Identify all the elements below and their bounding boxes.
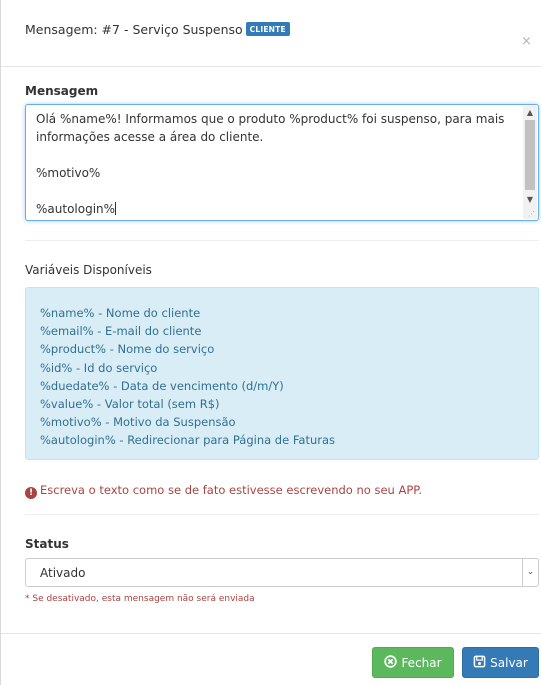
close-icon[interactable]: × [521,35,532,48]
modal-title: Mensagem: #7 - Serviço Suspenso CLIENTE [25,22,290,37]
client-badge: CLIENTE [245,22,290,36]
message-label: Mensagem [25,84,99,98]
variables-list: %name% - Nome do cliente %email% - E-mai… [40,304,335,450]
message-line: Olá %name%! Informamos que o produto %pr… [36,112,505,126]
footer-divider [1,633,541,634]
warning-message: ! Escreva o texto como se de fato estives… [25,483,422,499]
status-selected-value: Ativado [40,566,86,580]
save-button[interactable]: Salvar [462,647,539,678]
divider [25,514,539,515]
status-hint: * Se desativado, esta mensagem não será … [25,594,255,604]
status-select[interactable]: Ativado ⌄ [25,558,539,587]
resize-grip-icon[interactable]: ⋰ [528,210,536,218]
close-button-label: Fechar [401,655,442,670]
times-circle-icon [384,654,398,671]
divider [25,240,539,241]
message-textarea[interactable]: Olá %name%! Informamos que o produto %pr… [25,104,539,221]
variable-item: %product% - Nome do serviço [40,342,215,357]
scroll-up-icon[interactable]: ▲ [525,108,535,118]
variables-box: %name% - Nome do cliente %email% - E-mai… [25,287,539,460]
message-line: %autologin% [36,202,116,216]
variable-item: %value% - Valor total (sem R$) [40,397,220,412]
exclamation-circle-icon: ! [25,487,37,499]
variable-item: %motivo% - Motivo da Suspensão [40,415,236,430]
modal-title-text: Mensagem: #7 - Serviço Suspenso [25,22,243,37]
variable-item: %duedate% - Data de vencimento (d/m/Y) [40,378,284,393]
variable-item: %id% - Id do serviço [40,360,158,375]
save-icon [473,655,486,671]
close-button[interactable]: Fechar [372,647,454,678]
message-line: informações acesse a área do cliente. [36,130,264,144]
chevron-down-icon[interactable]: ⌄ [522,559,538,586]
variable-item: %name% - Nome do cliente [40,306,201,320]
save-button-label: Salvar [490,655,528,670]
message-modal: Mensagem: #7 - Serviço Suspenso CLIENTE ×… [0,0,541,685]
variables-label: Variáveis Disponíveis [25,263,152,277]
message-line: %motivo% [36,166,101,180]
scroll-thumb[interactable] [525,120,535,190]
variable-item: %autologin% - Redirecionar para Página d… [40,433,336,448]
modal-header: Mensagem: #7 - Serviço Suspenso CLIENTE × [1,0,541,67]
variable-item: %email% - E-mail do cliente [40,324,202,339]
text-caret [115,202,117,215]
textarea-scrollbar[interactable]: ▲ ▼ [523,106,537,219]
message-text[interactable]: Olá %name%! Informamos que o produto %pr… [36,110,516,218]
status-label: Status [25,537,69,551]
warning-text: Escreva o texto como se de fato estivess… [40,483,423,497]
scroll-down-icon[interactable]: ▼ [525,195,535,205]
